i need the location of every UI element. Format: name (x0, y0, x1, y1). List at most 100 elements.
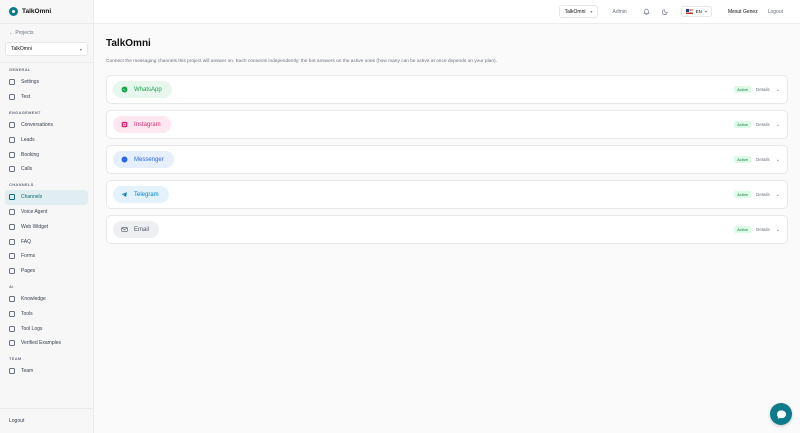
sidebar-item-calls[interactable]: Calls (5, 162, 88, 177)
sidebar-item-label: Web Widget (21, 223, 49, 230)
sidebar-item-pages[interactable]: Pages (5, 264, 88, 279)
sidebar-section-title: ENGAGEMENT (9, 109, 41, 115)
sidebar: TalkOmni ← Projects TalkOmni ▾ GENERAL Se… (0, 0, 94, 433)
admin-link[interactable]: Admin (612, 9, 626, 15)
channels-icon (9, 194, 15, 201)
channel-card-whatsapp[interactable]: WhatsApp Active Details ⌄ (106, 75, 788, 104)
project-select-value: TalkOmni (11, 46, 32, 52)
chevron-down-icon[interactable]: ⌄ (776, 192, 780, 198)
sidebar-item-test[interactable]: Test (5, 90, 88, 105)
chevron-down-icon[interactable]: ⌄ (776, 87, 780, 93)
telegram-icon (121, 191, 128, 198)
sidebar-item-booking[interactable]: Booking (5, 147, 88, 162)
sidebar-item-label: Test (21, 94, 31, 101)
tools-icon (9, 310, 15, 317)
sidebar-item-leads[interactable]: Leads (5, 132, 88, 147)
conversations-icon (9, 121, 15, 128)
sidebar-logout-link[interactable]: Logout (9, 418, 24, 424)
status-badge: Active (734, 191, 752, 198)
status-badge: Active (734, 121, 752, 128)
sidebar-item-verified-examples[interactable]: Verified Examples (5, 336, 88, 351)
chevron-down-icon: ▾ (704, 9, 707, 14)
us-flag-icon (685, 9, 693, 14)
details-link[interactable]: Details (756, 157, 770, 162)
sidebar-item-faq[interactable]: FAQ (5, 234, 88, 249)
project-switcher-value: TalkOmni (564, 8, 586, 15)
sidebar-item-forms[interactable]: Forms (5, 249, 88, 264)
sidebar-item-label: FAQ (21, 238, 32, 245)
booking-icon (9, 151, 15, 158)
bell-icon[interactable] (643, 8, 650, 15)
channel-card-messenger[interactable]: Messenger Active Details ⌄ (106, 145, 788, 174)
settings-icon (9, 79, 15, 86)
project-switcher[interactable]: TalkOmni ▾ (558, 5, 599, 18)
instagram-icon (121, 121, 128, 128)
sidebar-item-label: Tool Logs (21, 325, 43, 332)
sidebar-item-tools[interactable]: Tools (5, 306, 88, 321)
forms-icon (9, 253, 15, 260)
sidebar-item-label: Voice Agent (21, 208, 48, 215)
chevron-down-icon[interactable]: ⌄ (776, 122, 780, 128)
moon-icon[interactable] (661, 8, 669, 15)
topbar: TalkOmni ▾ Admin EN ▾ Mesut Genez Logout (94, 0, 800, 24)
back-to-projects-link[interactable]: ← Projects (0, 24, 93, 40)
sidebar-item-label: Calls (21, 166, 33, 173)
brand[interactable]: TalkOmni (0, 0, 93, 24)
test-icon (9, 94, 15, 101)
language-select[interactable]: EN ▾ (680, 6, 712, 17)
chevron-down-icon: ▾ (79, 46, 82, 52)
status-badge: Active (734, 226, 752, 233)
sidebar-item-label: Booking (21, 151, 40, 158)
main-content: TalkOmni Connect the messaging channels … (106, 24, 788, 250)
sidebar-item-voice-agent[interactable]: Voice Agent (5, 205, 88, 220)
chevron-down-icon: ▾ (590, 9, 593, 14)
channel-name: Telegram (134, 191, 159, 198)
channel-name: Messenger (134, 156, 164, 163)
details-link[interactable]: Details (756, 227, 770, 232)
sidebar-item-team[interactable]: Team (5, 364, 88, 379)
sidebar-item-conversations[interactable]: Conversations (5, 118, 88, 133)
voice-agent-icon (9, 208, 15, 215)
sidebar-section-title: AI (9, 283, 14, 289)
details-link[interactable]: Details (756, 87, 770, 92)
project-select[interactable]: TalkOmni ▾ (5, 42, 88, 56)
user-name[interactable]: Mesut Genez (728, 9, 758, 15)
status-badge: Active (734, 156, 752, 163)
divider (0, 408, 93, 409)
whatsapp-icon (121, 86, 128, 93)
sidebar-item-label: Pages (21, 268, 36, 275)
topbar-logout-link[interactable]: Logout (768, 9, 783, 15)
channel-card-telegram[interactable]: Telegram Active Details ⌄ (106, 180, 788, 209)
sidebar-item-settings[interactable]: Settings (5, 75, 88, 90)
channel-list: WhatsApp Active Details ⌄ Instagram Acti… (106, 75, 788, 244)
channel-name: WhatsApp (134, 86, 162, 93)
brand-name: TalkOmni (22, 8, 52, 15)
sidebar-item-label: Knowledge (21, 295, 46, 302)
channel-name: Email (134, 226, 150, 233)
team-icon (9, 368, 15, 375)
calls-icon (9, 166, 15, 173)
sidebar-nav: GENERAL Settings Test ENGAGEMENT Conversatio… (0, 65, 93, 379)
chat-widget-button[interactable] (770, 403, 792, 425)
leads-icon (9, 136, 15, 143)
talkomni-logo-icon (9, 7, 18, 16)
channel-card-email[interactable]: Email Active Details ⌄ (106, 215, 788, 244)
sidebar-item-web-widget[interactable]: Web Widget (5, 219, 88, 234)
sidebar-section-title: GENERAL (9, 67, 31, 72)
channel-pill: Instagram (113, 116, 171, 133)
channel-pill: Messenger (113, 151, 174, 168)
details-link[interactable]: Details (756, 192, 770, 197)
sidebar-item-tool-logs[interactable]: Tool Logs (5, 321, 88, 336)
sidebar-item-label: Conversations (21, 121, 53, 128)
channel-name: Instagram (134, 121, 161, 128)
chevron-down-icon[interactable]: ⌄ (776, 227, 780, 233)
chevron-down-icon[interactable]: ⌄ (776, 157, 780, 163)
status-badge: Active (734, 86, 752, 93)
sidebar-item-channels[interactable]: Channels (5, 189, 88, 205)
channel-card-instagram[interactable]: Instagram Active Details ⌄ (106, 110, 788, 139)
channel-pill: WhatsApp (113, 81, 172, 98)
language-value: EN (695, 9, 702, 14)
sidebar-item-knowledge[interactable]: Knowledge (5, 292, 88, 307)
sidebar-item-label: Forms (21, 253, 36, 260)
details-link[interactable]: Details (756, 122, 770, 127)
